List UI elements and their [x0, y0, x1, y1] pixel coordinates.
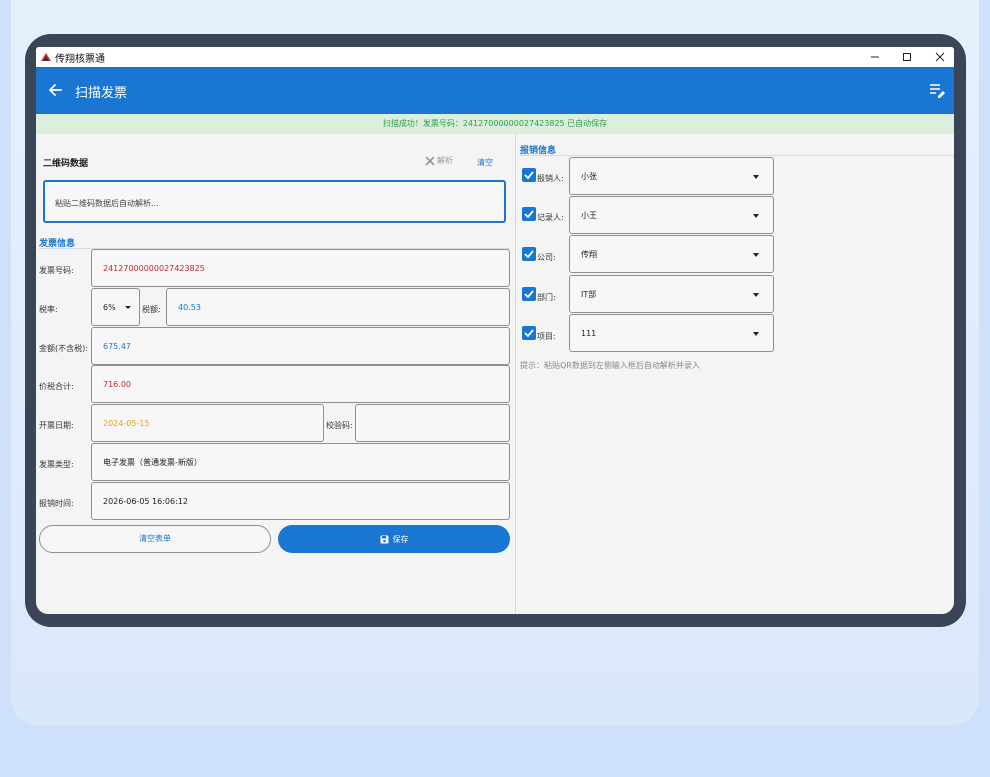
close-button[interactable]	[923, 47, 954, 67]
reimb-project-select[interactable]: 111	[569, 314, 774, 352]
clear-form-button[interactable]: 清空表单	[39, 525, 271, 553]
tax-amount-label: 税额:	[142, 305, 161, 314]
check-icon	[524, 210, 534, 219]
date-label: 开票日期:	[39, 421, 74, 430]
edit-list-icon[interactable]	[928, 81, 946, 99]
invoice-number-field[interactable]: 24127000000027423825	[91, 249, 510, 287]
reimb-time-field[interactable]: 2026-06-05 16:06:12	[91, 482, 510, 520]
parse-button[interactable]: 解析	[425, 155, 453, 166]
back-arrow-icon[interactable]	[46, 80, 64, 100]
save-label: 保存	[392, 534, 409, 544]
invoice-type-field[interactable]: 电子发票（普通发票-新版）	[91, 443, 510, 481]
reimb-company-label: 公司:	[537, 253, 556, 262]
check-icon	[524, 250, 534, 259]
checkbox-department[interactable]	[522, 287, 536, 301]
reimb-person-label: 报销人:	[537, 174, 564, 183]
reimb-project-value: 111	[581, 328, 597, 338]
reimb-section-divider	[520, 155, 954, 156]
save-button[interactable]: 保存	[278, 525, 510, 553]
checkbox-project[interactable]	[522, 326, 536, 340]
tax-amount-field[interactable]: 40.53	[166, 288, 510, 326]
tax-rate-value: 6%	[103, 302, 116, 312]
invoice-number-label: 发票号码:	[39, 266, 74, 275]
reimb-company-value: 传翔	[581, 249, 597, 259]
checkbox-person[interactable]	[522, 168, 536, 182]
chevron-down-icon	[125, 306, 131, 309]
reimb-department-label: 部门:	[537, 293, 556, 302]
chevron-down-icon	[753, 293, 759, 297]
total-label: 价税合计:	[39, 382, 74, 391]
reimb-hint: 提示：粘贴QR数据到左侧输入框后自动解析并录入	[520, 361, 700, 370]
save-disk-icon	[380, 535, 388, 543]
maximize-button[interactable]	[890, 47, 924, 67]
reimb-recorder-label: 记录人:	[537, 213, 564, 222]
total-field[interactable]: 716.00	[91, 365, 510, 403]
check-code-label: 校验码:	[326, 421, 353, 430]
amount-label: 金额(不含税):	[39, 344, 88, 353]
reimb-recorder-value: 小王	[581, 210, 597, 220]
reimb-person-select[interactable]: 小张	[569, 157, 774, 195]
window-titlebar: 传翔核票通	[36, 47, 954, 67]
tax-rate-label: 税率:	[39, 305, 58, 314]
chevron-down-icon	[753, 175, 759, 179]
chevron-down-icon	[753, 332, 759, 336]
window-title: 传翔核票通	[55, 54, 105, 65]
qr-section-title: 二维码数据	[43, 159, 89, 169]
minimize-button[interactable]	[858, 47, 892, 67]
clear-qr-button[interactable]: 清空	[477, 157, 493, 168]
amount-field[interactable]: 675.47	[91, 327, 510, 365]
close-icon	[935, 52, 945, 62]
checkbox-company[interactable]	[522, 247, 536, 261]
check-icon	[524, 171, 534, 180]
qr-data-input[interactable]: 粘贴二维码数据后自动解析...	[43, 180, 506, 223]
reimb-recorder-select[interactable]: 小王	[569, 196, 774, 234]
chevron-down-icon	[753, 214, 759, 218]
chevron-down-icon	[753, 253, 759, 257]
maximize-icon	[903, 53, 911, 61]
checkbox-recorder[interactable]	[522, 207, 536, 221]
check-icon	[524, 290, 534, 299]
panel-divider	[515, 134, 516, 614]
tax-rate-select[interactable]: 6%	[91, 288, 140, 326]
reimb-project-label: 项目:	[537, 332, 556, 341]
check-icon	[524, 329, 534, 338]
app-logo-icon	[40, 51, 52, 63]
minimize-icon	[871, 56, 879, 58]
invoice-date-field[interactable]: 2024-05-15	[91, 404, 324, 442]
reimb-department-select[interactable]: IT部	[569, 275, 774, 313]
app-bar: 扫描发票	[36, 67, 954, 114]
app-window: 传翔核票通 扫描发票 扫描成功！发票号码：2412700000002742382…	[36, 47, 954, 614]
parse-label: 解析	[437, 156, 453, 165]
invoice-type-label: 发票类型:	[39, 460, 74, 469]
reimb-department-value: IT部	[581, 289, 597, 299]
reimb-company-select[interactable]: 传翔	[569, 235, 774, 273]
parse-icon	[425, 155, 435, 166]
reimb-person-value: 小张	[581, 171, 597, 181]
check-code-field[interactable]	[355, 404, 510, 442]
reimb-time-label: 报销时间:	[39, 499, 74, 508]
success-banner: 扫描成功！发票号码：24127000000027423825 已自动保存	[36, 114, 954, 134]
page-title: 扫描发票	[75, 86, 128, 101]
